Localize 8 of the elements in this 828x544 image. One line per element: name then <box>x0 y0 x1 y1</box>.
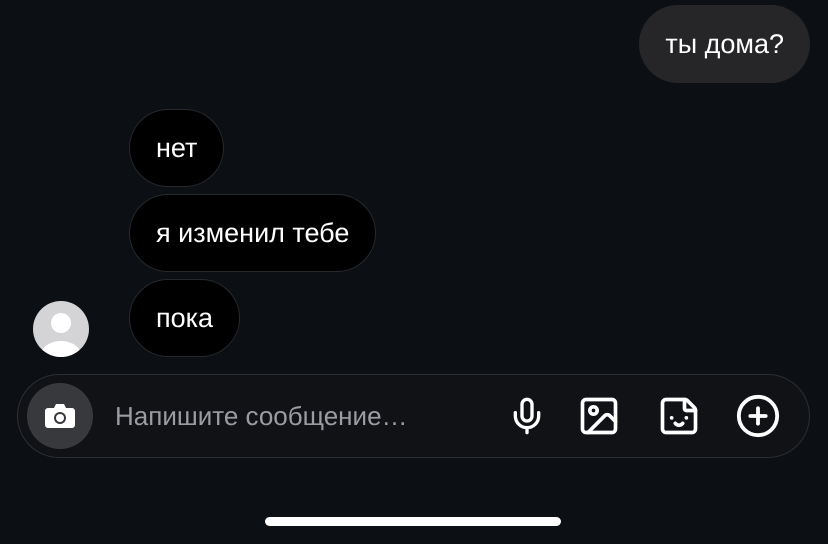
message-bubble: пока <box>129 279 240 357</box>
message-bubble: нет <box>129 109 224 187</box>
message-bubble: я изменил тебе <box>129 194 376 272</box>
plus-icon[interactable] <box>735 393 781 439</box>
camera-icon <box>45 403 75 429</box>
message-input[interactable]: Напишите сообщение… <box>113 400 497 432</box>
camera-button[interactable] <box>27 383 93 449</box>
message-bubble: ты дома? <box>639 5 810 83</box>
